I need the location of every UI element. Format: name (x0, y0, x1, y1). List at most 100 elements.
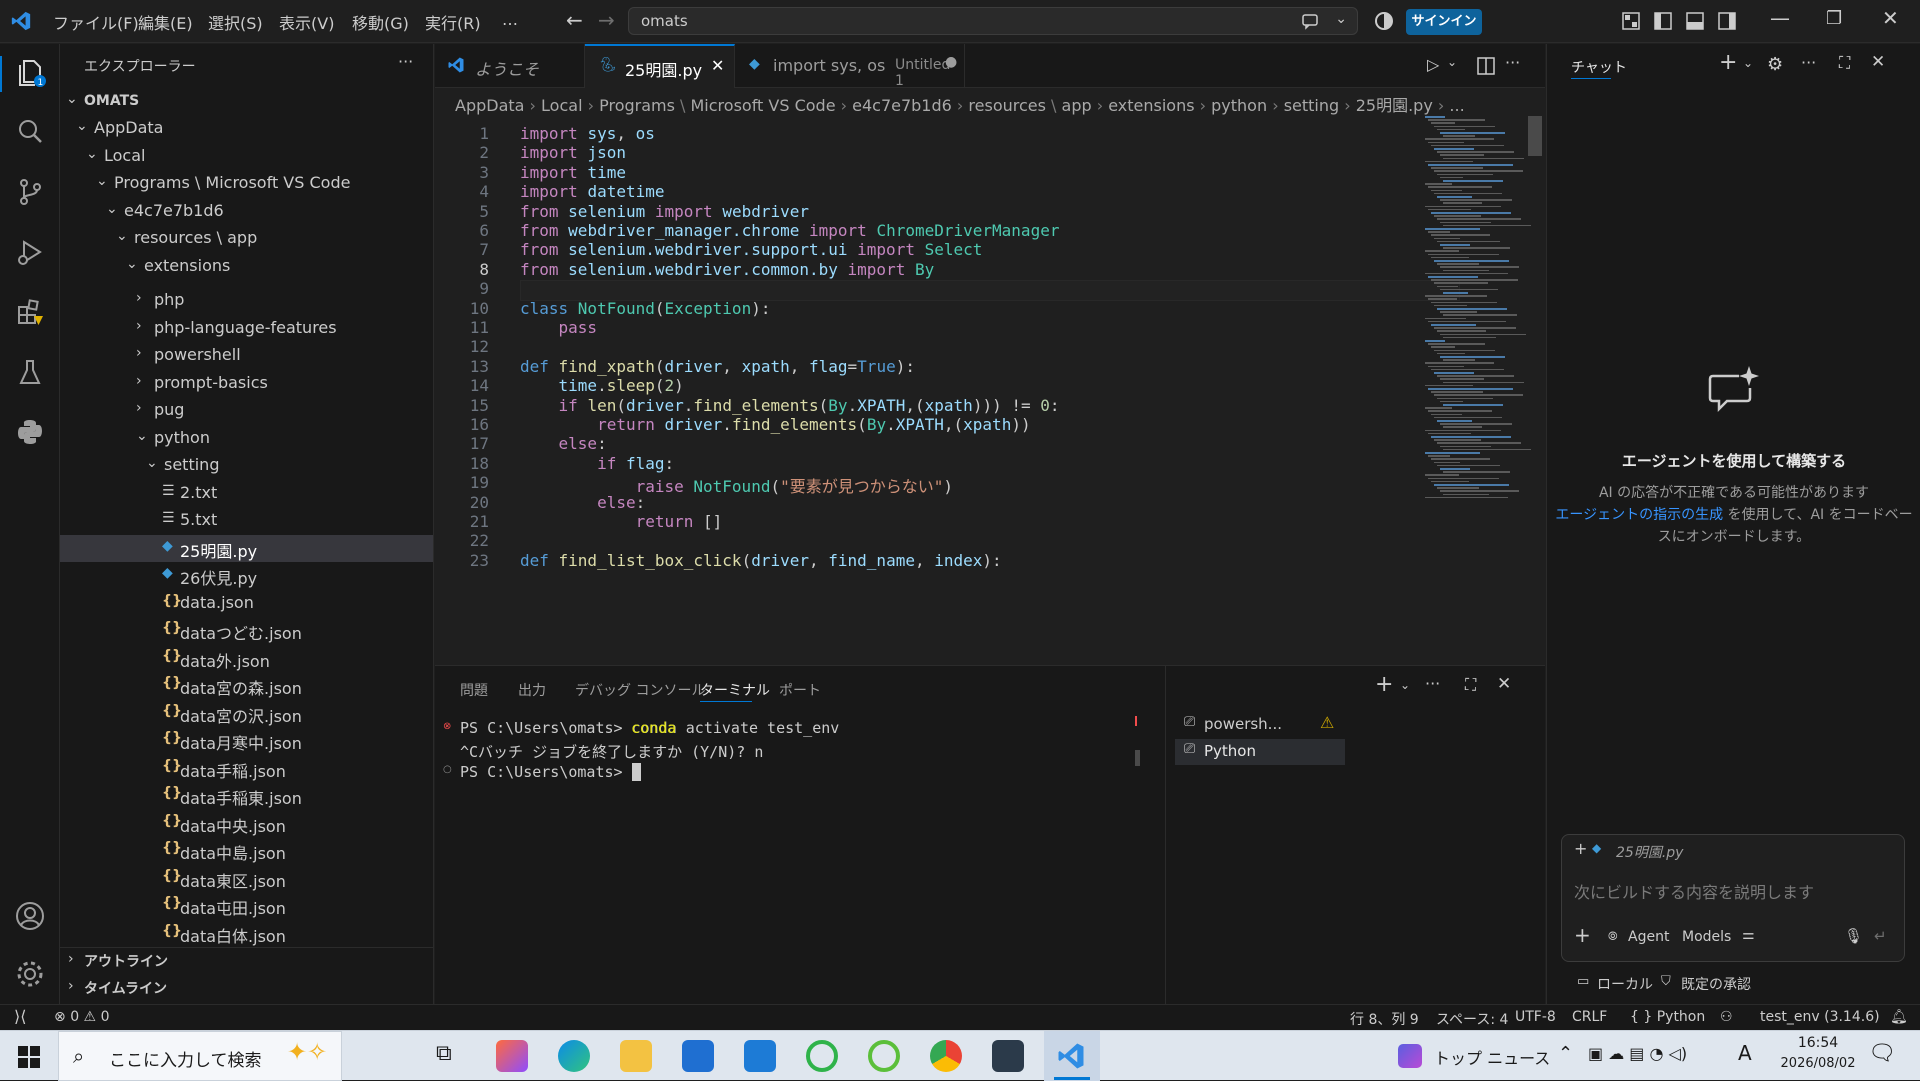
breadcrumb-item[interactable]: Programs (599, 96, 675, 115)
clock-time[interactable]: 16:54 (1778, 1035, 1858, 1051)
notification-center-icon[interactable]: 🗨︎ (1868, 1041, 1896, 1066)
tab-output[interactable]: 出力 (518, 680, 546, 700)
chevron-down-icon[interactable]: ⌄ (1400, 678, 1410, 692)
breadcrumb-item[interactable]: e4c7e7b1d6 (852, 96, 952, 115)
tree-item[interactable]: {} data月寒中.json (60, 727, 433, 754)
menu-selection[interactable]: 選択(S) (208, 10, 263, 34)
toggle-sidebar-icon[interactable] (1654, 12, 1672, 30)
code-editor[interactable]: 1 import sys, os 2 import json 3 import time 4… (435, 116, 1545, 664)
chevron-down-icon[interactable]: ⌄ (86, 146, 98, 162)
chevron-down-icon[interactable]: ⌄ (76, 118, 88, 134)
tab-active-file[interactable]: 🐍︎ 25明園.py ✕ (585, 44, 735, 89)
tree-item[interactable]: {} data手稲東.json (60, 782, 433, 809)
extensions-icon[interactable] (14, 296, 46, 328)
tree-item[interactable]: {} data手稲.json (60, 755, 433, 782)
chat-sparkle-icon[interactable] (1301, 12, 1321, 30)
green-app-icon[interactable] (806, 1040, 838, 1072)
chevron-down-icon[interactable]: ⌄ (146, 455, 158, 471)
chevron-down-icon[interactable]: ⌄ (116, 228, 128, 244)
news-widget-label[interactable]: トップ ニュース (1434, 1045, 1550, 1069)
vscode-taskbar-icon[interactable] (1056, 1041, 1086, 1071)
chevron-down-icon[interactable]: ⌄ (126, 256, 138, 272)
tree-item[interactable]: ◆ 25明園.py (60, 534, 433, 562)
search-icon[interactable] (14, 116, 46, 148)
notifications-bell-icon[interactable]: 🔔︎ (1890, 1009, 1908, 1025)
menu-file[interactable]: ファイル(F) (53, 10, 139, 34)
chevron-down-icon[interactable]: ⌄ (1447, 55, 1457, 69)
breadcrumb-item[interactable]: extensions (1108, 96, 1194, 115)
chrome-icon[interactable] (930, 1040, 962, 1072)
breadcrumb-item[interactable]: ... (1449, 96, 1464, 115)
end-of-line[interactable]: CRLF (1572, 1009, 1607, 1025)
tab-terminal[interactable]: ターミナル (700, 680, 770, 700)
tree-item[interactable]: › php-language-features (60, 315, 433, 342)
copilot-app-icon[interactable] (496, 1040, 528, 1072)
settings-gear-icon[interactable]: ⚙ (1767, 54, 1783, 75)
tab-problems[interactable]: 問題 (460, 680, 488, 700)
restore-icon[interactable]: ❐ (1826, 8, 1842, 29)
breadcrumb-item[interactable]: Microsoft VS Code (691, 96, 836, 115)
minimap[interactable] (1425, 116, 1535, 616)
customize-layout-icon[interactable] (1622, 12, 1640, 30)
language-mode[interactable]: { } Python (1630, 1009, 1705, 1025)
generate-instructions-link[interactable]: エージェントの指示の生成 (1555, 507, 1723, 523)
chevron-right-icon[interactable]: › (136, 318, 142, 334)
menu-run[interactable]: 実行(R) (425, 10, 481, 34)
minimize-icon[interactable]: — (1770, 6, 1790, 30)
split-editor-icon[interactable] (1477, 57, 1495, 75)
context-file-chip[interactable]: 25明園.py (1616, 842, 1683, 862)
chevron-right-icon[interactable]: › (136, 290, 142, 306)
chat-input-placeholder[interactable]: 次にビルドする内容を説明します (1574, 879, 1814, 903)
agent-mode-picker[interactable]: Agent (1628, 929, 1669, 945)
close-tab-icon[interactable]: ✕ (711, 56, 724, 75)
tools-icon[interactable]: ⚌ (1742, 927, 1755, 943)
cursor-position[interactable]: 行 8、列 9 (1350, 1009, 1419, 1029)
command-center-search[interactable]: omats ⌄ (628, 7, 1358, 35)
menu-view[interactable]: 表示(V) (279, 10, 334, 34)
breadcrumb-item[interactable]: 25明園.py (1356, 96, 1433, 115)
chevron-right-icon[interactable]: › (136, 400, 142, 416)
tree-item[interactable]: {} data宮の森.json (60, 672, 433, 699)
tree-item[interactable]: {} data.json (60, 590, 433, 617)
chevron-up-icon[interactable]: ⌃ (1558, 1043, 1573, 1064)
tree-item[interactable]: ⌄ Programs \ Microsoft VS Code (60, 170, 433, 197)
menu-go[interactable]: 移動(G) (352, 10, 409, 34)
maximize-icon[interactable]: ⛶ (1839, 53, 1850, 73)
python-environment[interactable]: test_env (3.14.6) (1760, 1009, 1880, 1025)
tab-debug-console[interactable]: デバッグ コンソール (575, 680, 705, 700)
chevron-right-icon[interactable]: › (136, 373, 142, 389)
maximize-panel-icon[interactable]: ⛶ (1465, 675, 1476, 695)
editor-more-icon[interactable]: ··· (1505, 53, 1520, 72)
windows-start-icon[interactable] (18, 1046, 40, 1068)
terminal-scrollbar[interactable] (1135, 750, 1140, 766)
tree-item[interactable]: › php (60, 287, 433, 314)
tree-item[interactable]: ⌄ resources \ app (60, 225, 433, 252)
tree-item[interactable]: › powershell (60, 342, 433, 369)
workspace-root[interactable]: ⌄ OMATS (60, 88, 433, 115)
chevron-down-icon[interactable]: ⌄ (96, 173, 108, 189)
copilot-icon[interactable] (1374, 11, 1394, 31)
tree-item[interactable]: {} data東区.json (60, 865, 433, 892)
tree-item[interactable]: ⌄ extensions (60, 253, 433, 280)
breadcrumb-item[interactable]: Local (541, 96, 582, 115)
close-panel-icon[interactable]: ✕ (1497, 674, 1511, 694)
breadcrumb-item[interactable]: app (1062, 96, 1092, 115)
tree-item[interactable]: ◆ 26伏見.py (60, 562, 433, 589)
tree-item[interactable]: ⌄ AppData (60, 115, 433, 142)
tree-item[interactable]: › pug (60, 397, 433, 424)
task-view-icon[interactable]: ⧉ (436, 1041, 452, 1066)
account-icon[interactable] (14, 900, 46, 932)
testing-flask-icon[interactable] (14, 356, 46, 388)
run-file-icon[interactable]: ▷ (1427, 55, 1439, 74)
chevron-down-icon[interactable]: ⌄ (1335, 11, 1347, 27)
tree-item[interactable]: ⌄ Local (60, 143, 433, 170)
explorer-icon[interactable]: 1 (14, 56, 46, 88)
edge-browser-icon[interactable] (558, 1040, 590, 1072)
ime-indicator[interactable]: A (1738, 1041, 1752, 1065)
breadcrumb-item[interactable]: resources (968, 96, 1046, 115)
tree-item[interactable]: {} data外.json (60, 645, 433, 672)
tree-item[interactable]: {} data中央.json (60, 810, 433, 837)
timeline-section[interactable]: › タイムライン (60, 975, 433, 1002)
green-app-2-icon[interactable] (868, 1040, 900, 1072)
new-chat-icon[interactable]: + (1719, 50, 1737, 75)
